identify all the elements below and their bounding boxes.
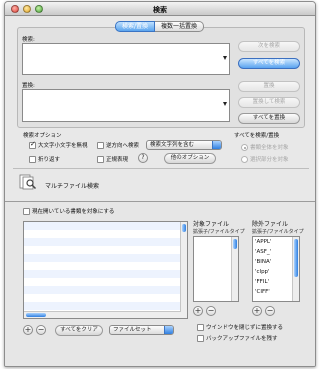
target-files-list[interactable] bbox=[193, 236, 239, 302]
scope-whole-document-radio[interactable]: 書類全体を対象 bbox=[241, 143, 289, 151]
tab-batch-replace[interactable]: 複数一括置換 bbox=[155, 21, 205, 32]
wrap-checkbox[interactable]: 折り返す bbox=[29, 155, 60, 163]
window-title: 検索 bbox=[153, 6, 167, 14]
other-options-button[interactable]: 他のオプション bbox=[164, 153, 216, 164]
list-item[interactable]: 'clpp' bbox=[255, 269, 270, 275]
save-backup-checkbox[interactable]: バックアップファイルを残す bbox=[197, 334, 278, 342]
ignore-case-checkbox[interactable]: 大文字小文字を無視 bbox=[29, 140, 88, 149]
fileset-popup[interactable]: ファイルセット bbox=[109, 325, 174, 335]
backwards-checkbox[interactable]: 逆方向へ検索 bbox=[97, 141, 139, 149]
list-item[interactable]: 'APPL' bbox=[255, 239, 271, 245]
remove-target-file-icon[interactable]: − bbox=[206, 306, 216, 316]
list-item[interactable]: 'BINA' bbox=[255, 259, 271, 265]
list-item[interactable]: 'CIFF' bbox=[255, 289, 270, 295]
search-label: 検索: bbox=[22, 37, 35, 43]
search-field[interactable] bbox=[22, 43, 230, 75]
search-options-heading: 検索オプション bbox=[23, 133, 62, 139]
title-bar: 検索 bbox=[5, 2, 315, 16]
divider bbox=[13, 168, 309, 169]
match-mode-popup[interactable]: 検索文字列を含む bbox=[146, 140, 222, 150]
list-item[interactable]: 'FFIL' bbox=[255, 279, 269, 285]
tab-find-replace[interactable]: 検索/置換 bbox=[115, 21, 156, 32]
add-target-file-icon[interactable]: + bbox=[193, 306, 203, 316]
scope-selection-radio[interactable]: 選択部分を対象 bbox=[241, 155, 289, 163]
add-exclude-file-icon[interactable]: + bbox=[252, 306, 262, 316]
folder-list-horizontal-scrollbar[interactable] bbox=[24, 311, 181, 318]
replace-field[interactable] bbox=[22, 89, 230, 122]
target-files-subheading: 拡張子/ファイルタイプ bbox=[193, 229, 245, 235]
clear-all-button[interactable]: すべてをクリア bbox=[55, 325, 103, 336]
list-item[interactable]: 'ASF_' bbox=[255, 249, 271, 255]
add-folder-icon[interactable]: + bbox=[23, 325, 33, 335]
replace-label: 置換: bbox=[22, 83, 35, 89]
multi-file-search-label[interactable]: マルチファイル検索 bbox=[45, 181, 99, 190]
replace-without-closing-checkbox[interactable]: ウインドウを閉じずに置換する bbox=[197, 323, 283, 331]
find-next-button[interactable]: 次を検索 bbox=[238, 41, 300, 52]
replace-history-arrow-icon[interactable] bbox=[223, 102, 227, 106]
exclude-files-list[interactable]: 'APPL' 'ASF_' 'BINA' 'clpp' 'FFIL' 'CIFF… bbox=[252, 236, 300, 302]
scope-heading: すべてを検索/置換 bbox=[234, 133, 280, 139]
folder-list[interactable] bbox=[23, 221, 188, 319]
magnifier-documents-icon[interactable] bbox=[19, 174, 37, 190]
search-history-arrow-icon[interactable] bbox=[223, 56, 227, 60]
regex-checkbox[interactable]: 正規表現 bbox=[97, 155, 128, 163]
target-files-scrollbar[interactable] bbox=[231, 237, 238, 301]
remove-folder-icon[interactable]: − bbox=[36, 325, 46, 335]
target-files-heading: 対象ファイル bbox=[193, 221, 230, 228]
replace-all-button[interactable]: すべてを置換 bbox=[238, 113, 300, 124]
remove-exclude-file-icon[interactable]: − bbox=[265, 306, 275, 316]
tab-bar: 検索/置換 複数一括置換 bbox=[115, 21, 205, 32]
replace-and-find-button[interactable]: 置換して検索 bbox=[238, 97, 300, 108]
help-icon[interactable]: ? bbox=[138, 153, 148, 163]
find-replace-group: 検索: 置換: 次を検索 すべてを検索 置換 置換して検索 すべてを置換 bbox=[17, 27, 305, 128]
exclude-files-subheading: 拡張子/ファイルタイプ bbox=[252, 229, 304, 235]
exclude-files-scrollbar[interactable] bbox=[292, 237, 299, 301]
replace-button[interactable]: 置換 bbox=[238, 81, 300, 92]
exclude-files-heading: 除外ファイル bbox=[252, 221, 289, 228]
find-window: 検索 検索/置換 複数一括置換 検索: 置換: 次を検索 すべてを検索 置換 置… bbox=[4, 1, 316, 367]
find-all-button[interactable]: すべてを検索 bbox=[238, 58, 300, 69]
folder-list-vertical-scrollbar[interactable] bbox=[180, 222, 187, 318]
multi-file-panel: 現在開いている書類を対象にする + − すべてをクリア ファイルセット 対象ファ… bbox=[5, 201, 315, 366]
open-documents-checkbox[interactable]: 現在開いている書類を対象にする bbox=[23, 207, 114, 215]
